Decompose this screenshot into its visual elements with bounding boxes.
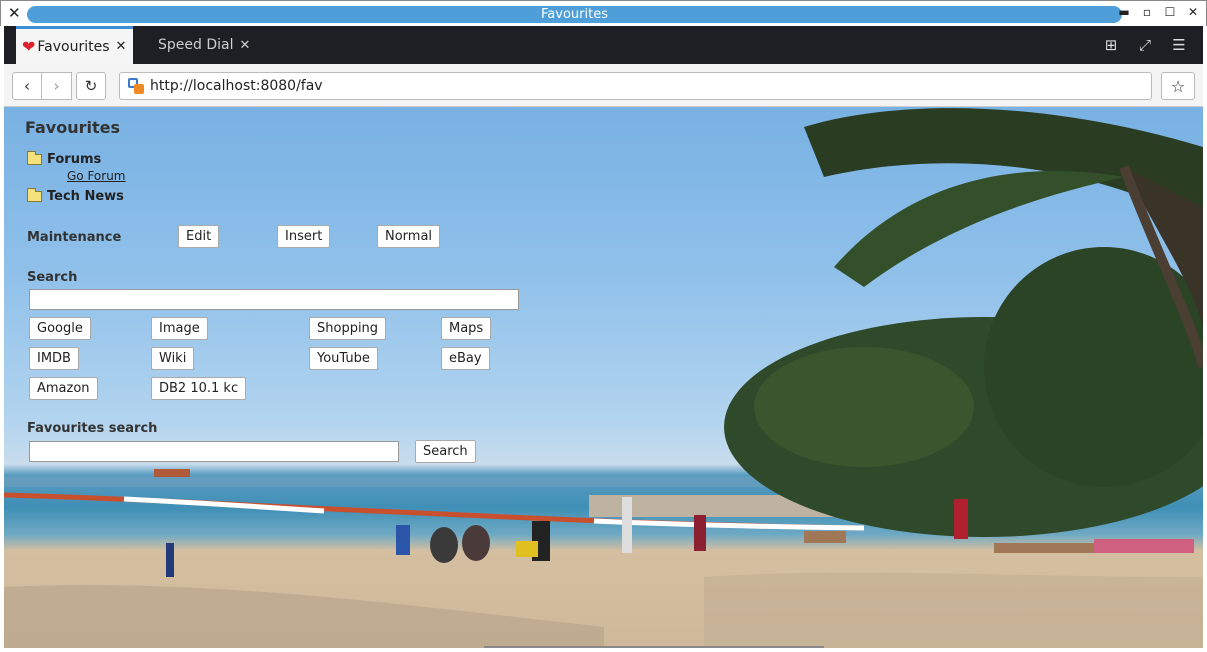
heart-icon: ❤: [22, 37, 36, 56]
chevron-left-icon: ‹: [24, 77, 30, 95]
link-go-forum[interactable]: Go Forum: [67, 169, 126, 183]
folder-tech-news[interactable]: Tech News: [27, 188, 124, 204]
wiki-button[interactable]: Wiki: [151, 347, 195, 370]
ebay-button[interactable]: eBay: [441, 347, 490, 370]
maximize-icon[interactable]: ☐: [1163, 5, 1177, 19]
insert-button[interactable]: Insert: [277, 225, 331, 248]
tab-label: Favourites: [37, 38, 110, 55]
search-label: Search: [27, 270, 78, 285]
window-title: Favourites: [27, 6, 1122, 23]
maintenance-label: Maintenance: [27, 230, 122, 245]
shopping-button[interactable]: Shopping: [309, 317, 387, 340]
new-window-icon[interactable]: ⊞: [1103, 36, 1119, 54]
folder-label: Forums: [47, 152, 102, 167]
imdb-button[interactable]: IMDB: [29, 347, 79, 370]
favourites-search-button[interactable]: Search: [415, 440, 476, 463]
tab-speed-dial[interactable]: Speed Dial ✕: [144, 26, 264, 64]
horizontal-scrollbar[interactable]: [484, 646, 824, 648]
navigation-bar: ‹ › ↻ http://localhost:8080/fav ☆: [4, 64, 1203, 107]
tabbar-tools: ⊞ ⤢ ☰: [1103, 36, 1187, 54]
youtube-button[interactable]: YouTube: [309, 347, 378, 370]
forward-button[interactable]: ›: [42, 72, 72, 100]
favourites-search-label: Favourites search: [27, 421, 158, 436]
reload-icon: ↻: [84, 77, 98, 95]
db2-button[interactable]: DB2 10.1 kc: [151, 377, 247, 400]
folder-label: Tech News: [47, 189, 124, 204]
fullscreen-icon[interactable]: ⤢: [1137, 36, 1153, 54]
window-close-icon[interactable]: ✕: [8, 4, 21, 22]
window-controls: ▬ ▫ ☐ ✕: [1117, 5, 1200, 19]
folder-icon: [27, 188, 42, 202]
folder-icon: [27, 151, 42, 165]
url-bar[interactable]: http://localhost:8080/fav: [119, 72, 1152, 100]
url-text: http://localhost:8080/fav: [150, 78, 323, 94]
bookmark-button[interactable]: ☆: [1161, 72, 1195, 100]
tab-label: Speed Dial: [158, 37, 234, 53]
restore-icon[interactable]: ▫: [1140, 5, 1154, 19]
google-button[interactable]: Google: [29, 317, 91, 340]
maps-button[interactable]: Maps: [441, 317, 492, 340]
window-titlebar: ✕ Favourites ▬ ▫ ☐ ✕: [0, 0, 1207, 26]
tab-bar: ❤ Favourites ✕ Speed Dial ✕ ⊞ ⤢ ☰: [4, 26, 1203, 64]
favourites-search-input[interactable]: [29, 441, 399, 462]
search-input[interactable]: [29, 289, 519, 310]
menu-icon[interactable]: ☰: [1171, 36, 1187, 54]
minimize-icon[interactable]: ▬: [1117, 5, 1131, 19]
normal-button[interactable]: Normal: [377, 225, 441, 248]
star-icon: ☆: [1170, 76, 1186, 96]
reload-button[interactable]: ↻: [76, 72, 106, 100]
close-icon[interactable]: ✕: [1186, 5, 1200, 19]
tab-close-icon[interactable]: ✕: [116, 39, 127, 54]
site-favicon-icon: [128, 78, 144, 94]
image-button[interactable]: Image: [151, 317, 208, 340]
page-title: Favourites: [25, 118, 120, 137]
amazon-button[interactable]: Amazon: [29, 377, 98, 400]
tab-close-icon[interactable]: ✕: [239, 38, 250, 53]
page-content: Favourites Forums Go Forum Tech News Mai…: [4, 107, 1203, 648]
chevron-right-icon: ›: [53, 77, 60, 95]
edit-button[interactable]: Edit: [178, 225, 220, 248]
back-button[interactable]: ‹: [12, 72, 42, 100]
tab-favourites[interactable]: ❤ Favourites ✕: [16, 26, 133, 64]
folder-forums[interactable]: Forums: [27, 151, 102, 167]
